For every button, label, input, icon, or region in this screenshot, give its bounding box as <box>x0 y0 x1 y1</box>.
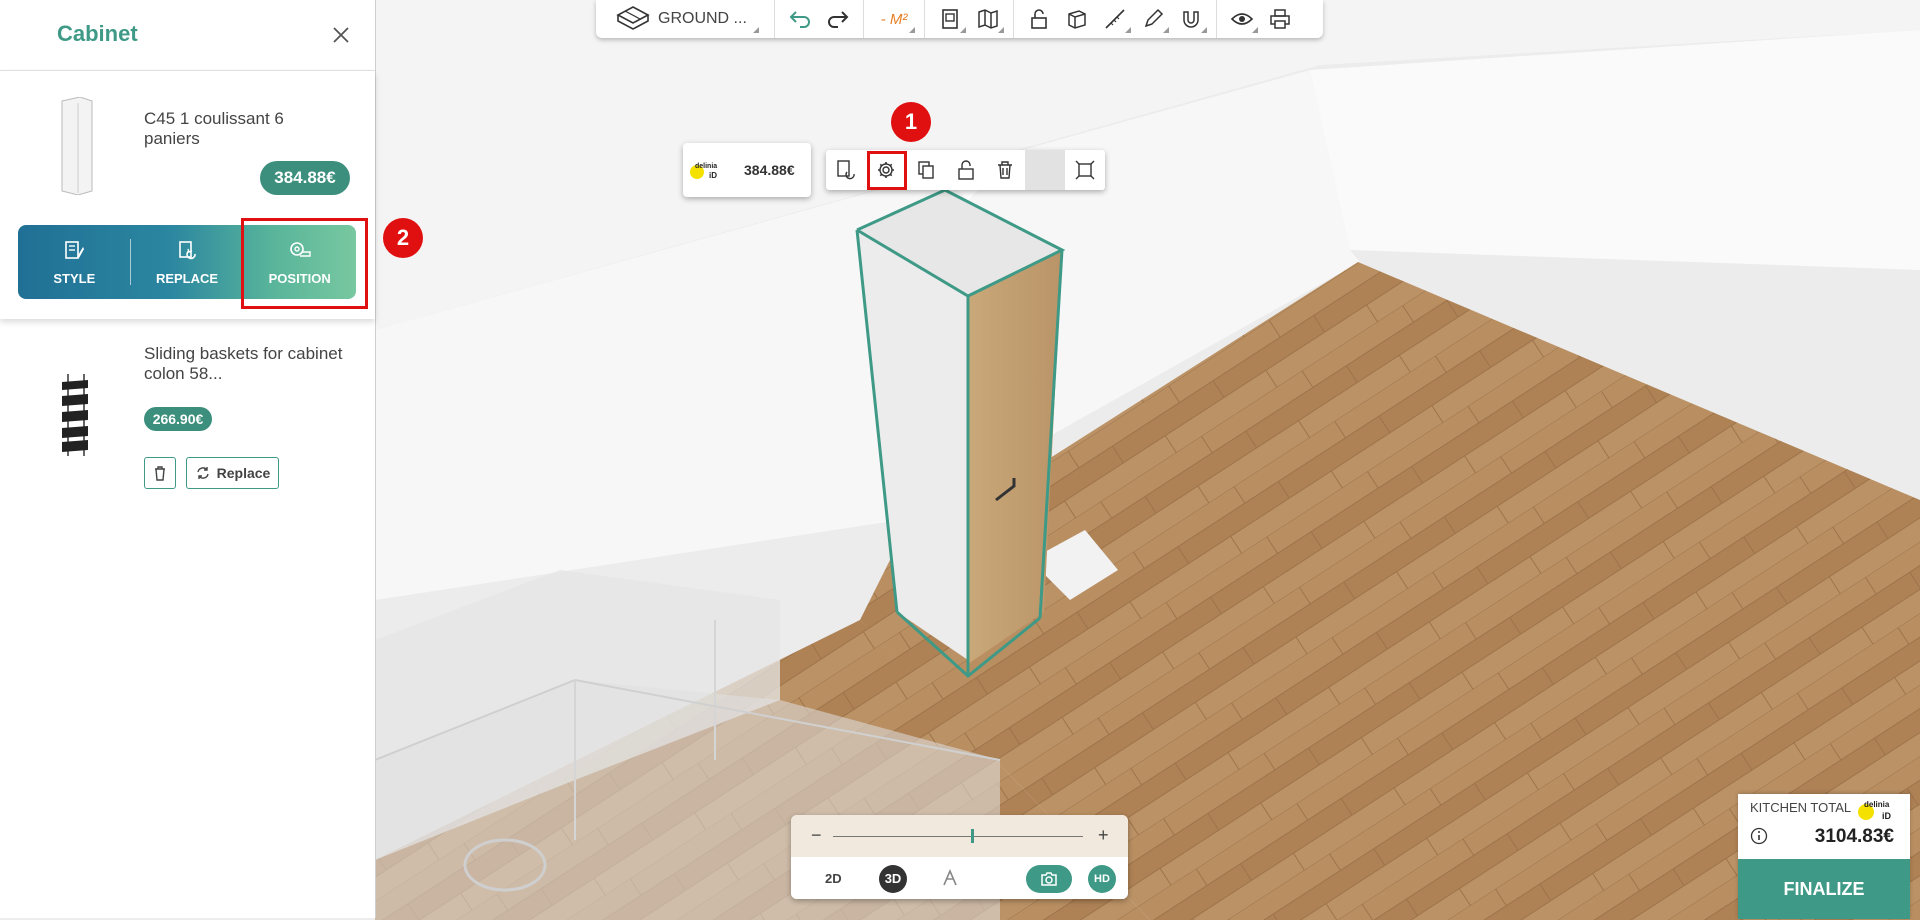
magnet-icon <box>1183 11 1199 28</box>
cabinet-panel: Cabinet C45 1 coulissant 6 paniers 384.8… <box>0 0 376 918</box>
trash-icon <box>998 161 1013 179</box>
cabinet-thumbnail <box>61 97 93 195</box>
finalize-label: FINALIZE <box>1783 878 1865 899</box>
redo-icon <box>828 11 849 28</box>
magnet-button[interactable] <box>1172 2 1210 36</box>
kitchen-total: KITCHEN TOTAL delinia iD 3104.83€ FINALI… <box>1738 794 1910 919</box>
print-button[interactable] <box>1261 2 1299 36</box>
zoom-in-button[interactable]: + <box>1098 825 1109 846</box>
view-controls: − + 2D 3D HD <box>791 815 1128 899</box>
map-button[interactable] <box>969 2 1007 36</box>
zoom-out-button[interactable]: − <box>811 825 822 846</box>
hd-button[interactable]: HD <box>1088 865 1116 893</box>
trash-icon <box>155 466 165 481</box>
document-button[interactable] <box>931 2 969 36</box>
zoom-track <box>833 836 1083 837</box>
svg-text:delinia: delinia <box>1864 800 1890 809</box>
item-name: C45 1 coulissant 6 paniers <box>144 109 284 148</box>
zoom-slider-thumb[interactable] <box>970 829 974 843</box>
floor-label: GROUND ... <box>658 10 747 27</box>
ruler-button[interactable] <box>1096 2 1134 36</box>
color-swatch[interactable] <box>1025 150 1066 190</box>
visibility-button[interactable] <box>1223 2 1261 36</box>
ruler-icon <box>1105 9 1125 29</box>
lock-button[interactable] <box>1020 2 1058 36</box>
position-highlight <box>241 218 368 309</box>
settings-highlight <box>867 151 907 190</box>
swap-button[interactable] <box>826 150 866 190</box>
unlock-button[interactable] <box>946 150 986 190</box>
redo-button[interactable] <box>819 2 857 36</box>
floor-selector[interactable]: GROUND ... <box>602 2 762 36</box>
price-badge: 384.88€ <box>260 161 350 195</box>
annotation-marker-2: 2 <box>383 218 423 258</box>
selection-price: 384.88€ <box>744 162 795 178</box>
replace-item-label: Replace <box>216 465 271 481</box>
floor-plan-icon <box>616 6 650 30</box>
replace-label: REPLACE <box>155 270 219 286</box>
view-2d-button[interactable]: 2D <box>825 871 842 886</box>
panel-header: Cabinet <box>0 0 375 71</box>
delinia-logo: delinia iD <box>1858 800 1892 821</box>
close-icon[interactable] <box>330 24 352 46</box>
svg-text:iD: iD <box>1882 811 1892 821</box>
style-icon <box>65 240 85 259</box>
delinia-logo: delinia iD <box>690 163 717 180</box>
replace-button[interactable]: REPLACE <box>131 225 244 299</box>
finalize-button[interactable]: FINALIZE <box>1738 859 1910 919</box>
unlock-icon <box>957 160 974 180</box>
view-3d-button[interactable]: 3D <box>879 865 907 893</box>
replace-icon <box>179 240 196 259</box>
eye-icon <box>1230 13 1254 25</box>
refresh-icon <box>196 467 209 479</box>
delete-button[interactable] <box>985 150 1025 190</box>
screenshot-button[interactable] <box>1026 865 1072 893</box>
perspective-icon[interactable] <box>941 869 959 887</box>
zoom-row: − + <box>791 815 1128 857</box>
total-amount: 3104.83€ <box>1814 826 1894 847</box>
top-toolbar: GROUND ... - M² <box>596 0 1323 38</box>
area-label: - M² <box>880 10 908 28</box>
cube-icon <box>1068 10 1086 29</box>
style-button[interactable]: STYLE <box>18 225 131 299</box>
pencil-icon <box>1144 8 1164 28</box>
view-mode-row: 2D 3D HD <box>791 857 1128 899</box>
document-icon <box>942 9 958 29</box>
camera-icon <box>1041 872 1057 886</box>
item-name: Sliding baskets for cabinet colon 58... <box>144 344 343 383</box>
print-icon <box>1270 9 1290 29</box>
area-button[interactable]: - M² <box>870 2 918 36</box>
annotation-marker-1: 1 <box>891 102 931 142</box>
style-label: STYLE <box>53 270 96 286</box>
replace-item-button[interactable]: Replace <box>186 457 279 489</box>
info-icon[interactable] <box>1750 827 1768 845</box>
price-badge: 266.90€ <box>144 407 212 431</box>
delete-item-button[interactable] <box>144 457 176 489</box>
total-label: KITCHEN TOTAL <box>1750 800 1852 815</box>
undo-button[interactable] <box>781 2 819 36</box>
map-icon <box>978 9 998 29</box>
resize-icon <box>1075 160 1095 180</box>
svg-text:iD: iD <box>709 171 717 180</box>
svg-text:delinia: delinia <box>695 163 717 170</box>
baskets-thumbnail <box>62 374 88 456</box>
lock-icon <box>1031 9 1047 29</box>
panel-title: Cabinet <box>57 21 138 46</box>
swap-icon <box>837 160 855 180</box>
cube-button[interactable] <box>1058 2 1096 36</box>
undo-icon <box>789 11 810 28</box>
resize-button[interactable] <box>1065 150 1105 190</box>
draw-button[interactable] <box>1134 2 1172 36</box>
selection-price-card: delinia iD 384.88€ <box>683 143 811 197</box>
duplicate-button[interactable] <box>906 150 946 190</box>
duplicate-icon <box>917 161 934 179</box>
